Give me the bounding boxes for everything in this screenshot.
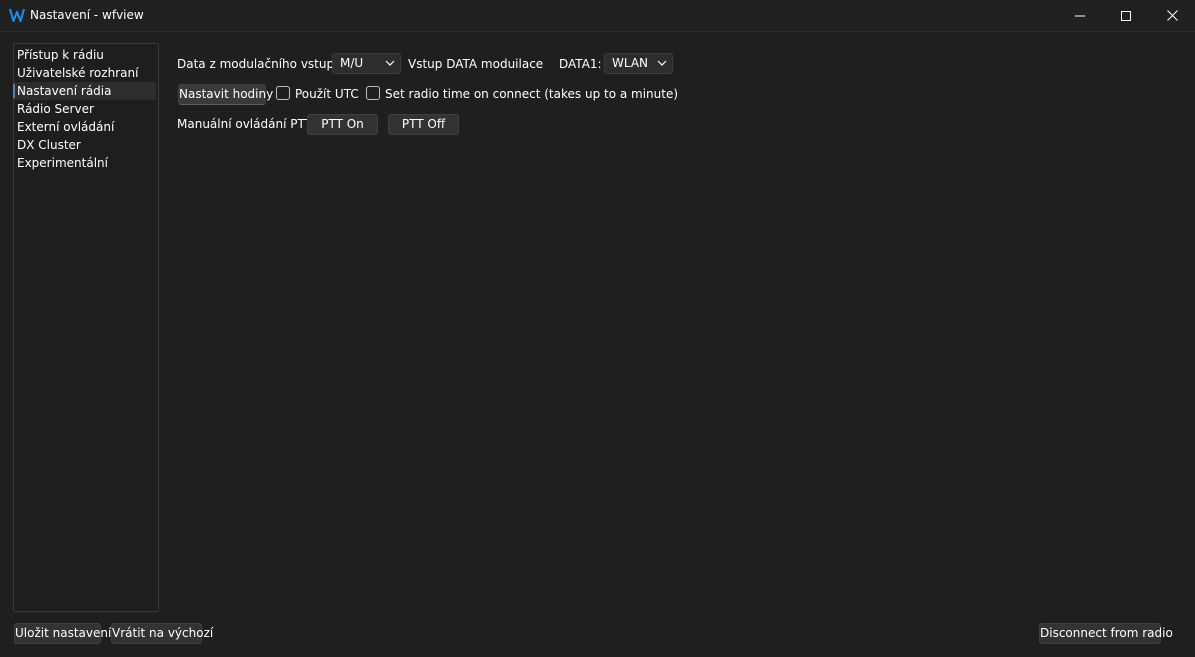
nav-item-radio-settings[interactable]: Nastavení rádia xyxy=(13,82,156,100)
data-mod-label: Vstup DATA moduilace xyxy=(408,57,544,71)
data1-value: WLAN xyxy=(612,56,649,70)
nav-item-radio-access[interactable]: Přístup k rádiu xyxy=(14,46,156,64)
use-utc-checkbox[interactable] xyxy=(276,86,290,100)
set-clock-button[interactable]: Nastavit hodiny xyxy=(178,84,273,105)
nav-item-radio-server[interactable]: Rádio Server xyxy=(14,100,156,118)
data1-select[interactable]: WLAN xyxy=(604,53,673,74)
nav-item-external-control[interactable]: Externí ovládání xyxy=(14,118,156,136)
maximize-button[interactable] xyxy=(1103,0,1149,31)
close-icon xyxy=(1166,10,1178,21)
wfview-logo-icon xyxy=(9,8,25,23)
settings-nav-list: Přístup k rádiu Uživatelské rozhraní Nas… xyxy=(13,43,159,612)
mod-input-value: M/U xyxy=(340,56,364,70)
nav-item-dx-cluster[interactable]: DX Cluster xyxy=(14,136,156,154)
minimize-icon xyxy=(1075,15,1085,16)
data1-label: DATA1: xyxy=(559,57,602,71)
save-settings-button[interactable]: Uložit nastavení xyxy=(14,623,111,644)
close-button[interactable] xyxy=(1149,0,1195,31)
use-utc-label: Použít UTC xyxy=(295,87,359,101)
window-title: Nastavení - wfview xyxy=(30,8,144,22)
chevron-down-icon xyxy=(385,60,395,66)
disconnect-button[interactable]: Disconnect from radio xyxy=(1039,623,1173,644)
nav-item-experimental[interactable]: Experimentální xyxy=(14,154,156,172)
mod-input-label: Data z modulačního vstupu: xyxy=(177,57,346,71)
maximize-icon xyxy=(1121,10,1131,21)
minimize-button[interactable] xyxy=(1057,0,1103,31)
ptt-label: Manuální ovládání PTT xyxy=(177,117,312,131)
set-time-on-connect-label: Set radio time on connect (takes up to a… xyxy=(385,87,679,101)
title-bar: Nastavení - wfview xyxy=(0,0,1195,32)
nav-item-user-interface[interactable]: Uživatelské rozhraní xyxy=(14,64,156,82)
ptt-off-button[interactable]: PTT Off xyxy=(388,114,459,135)
chevron-down-icon xyxy=(657,60,667,66)
reset-defaults-button[interactable]: Vrátit na výchozí xyxy=(111,623,213,644)
mod-input-select[interactable]: M/U xyxy=(332,53,401,74)
set-time-on-connect-checkbox[interactable] xyxy=(366,86,380,100)
ptt-on-button[interactable]: PTT On xyxy=(307,114,378,135)
